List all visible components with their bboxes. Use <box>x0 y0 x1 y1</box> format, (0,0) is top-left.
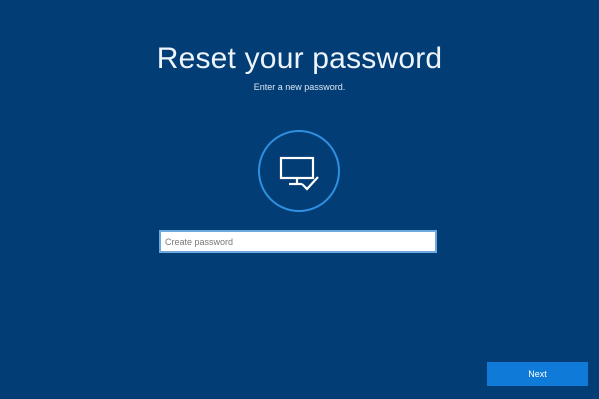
next-button[interactable]: Next <box>487 362 588 386</box>
icon-ring <box>258 130 340 212</box>
page-subtitle: Enter a new password. <box>253 82 346 92</box>
page-title: Reset your password <box>156 42 443 75</box>
create-password-input[interactable] <box>159 230 437 253</box>
monitor-check-icon <box>279 156 319 191</box>
